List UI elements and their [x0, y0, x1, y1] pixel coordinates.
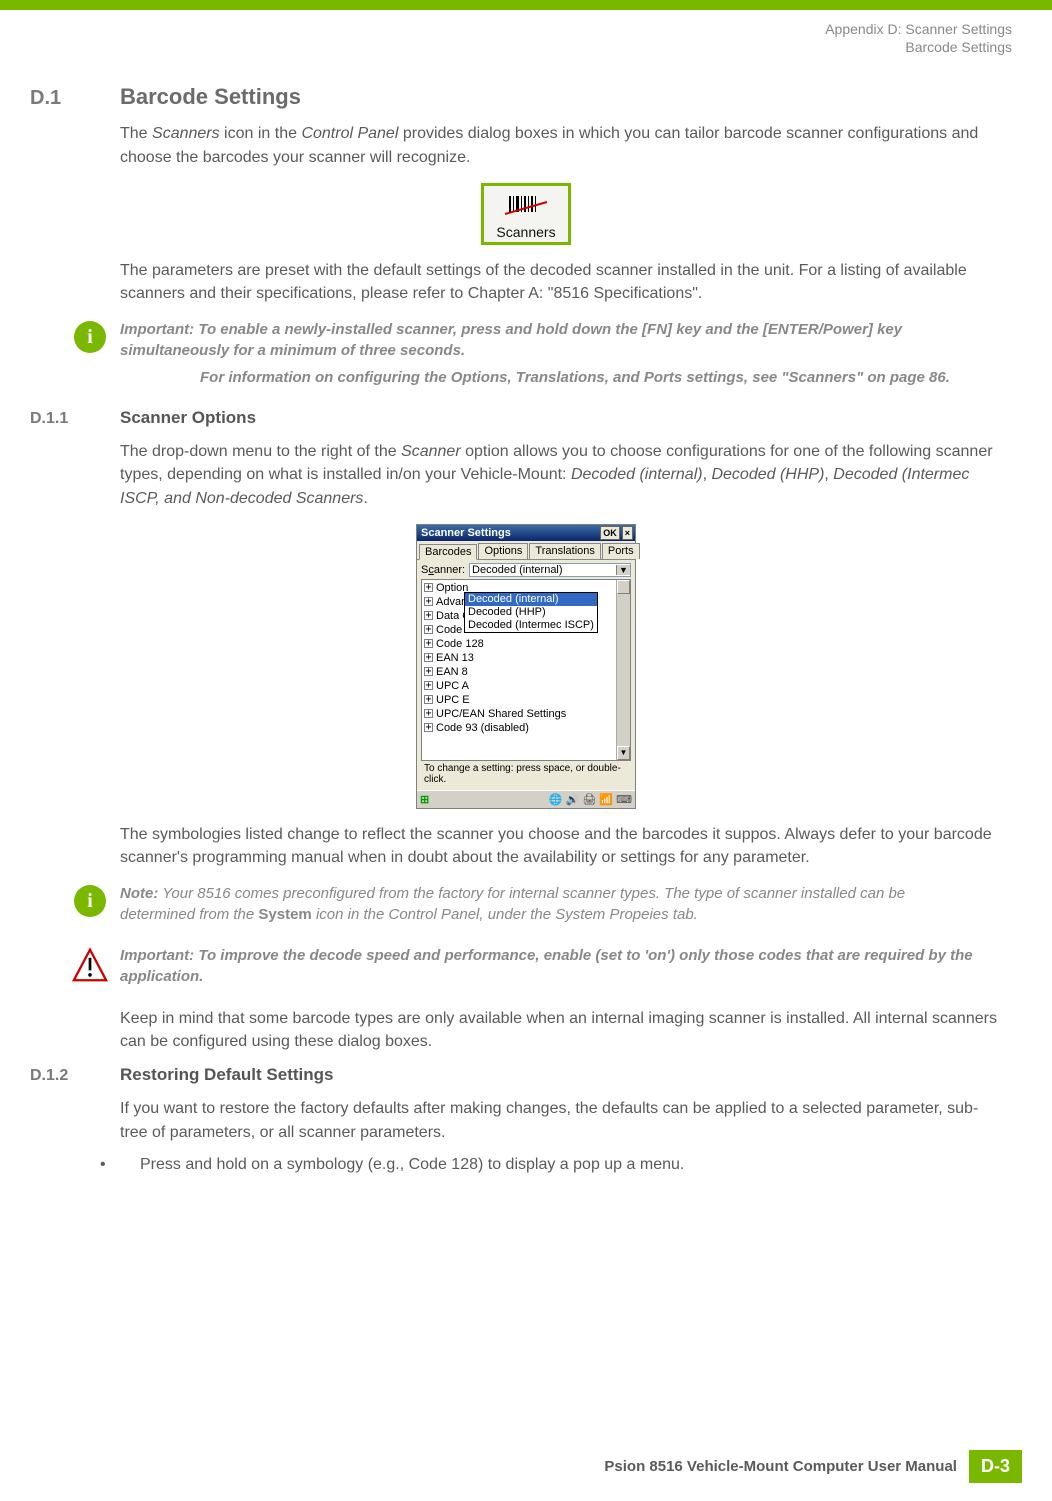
page-footer: Psion 8516 Vehicle-Mount Computer User M…: [604, 1450, 1022, 1483]
window-titlebar: Scanner Settings OK ×: [417, 525, 635, 541]
important1-text2: For information on configuring the Optio…: [200, 369, 950, 386]
note-callout: i Note: Your 8516 comes preconfigured fr…: [30, 883, 1022, 931]
scanner-settings-screenshot: Scanner Settings OK × Barcodes Options T…: [30, 524, 1022, 809]
tab-options[interactable]: Options: [478, 543, 528, 559]
settings-tree[interactable]: Decoded (internal) Decoded (HHP) Decoded…: [421, 579, 631, 761]
d1-para2: The parameters are preset with the defau…: [30, 259, 1022, 305]
section-d12-header: D.1.2 Restoring Default Settings: [30, 1065, 1022, 1085]
scanner-label: Scanner:: [421, 564, 465, 576]
scanners-icon-box: Scanners: [481, 183, 570, 245]
chevron-down-icon[interactable]: ▼: [616, 565, 630, 575]
scroll-down-button[interactable]: ▼: [617, 746, 630, 760]
tree-scrollbar[interactable]: ▼: [616, 580, 630, 760]
important-callout-1: i Important: To enable a newly-installed…: [30, 319, 1022, 394]
section-title: Restoring Default Settings: [120, 1065, 333, 1085]
tree-item[interactable]: +Code 93 (disabled): [424, 721, 628, 735]
tree-item[interactable]: +UPC E: [424, 693, 628, 707]
note-label: Note:: [120, 885, 158, 902]
section-title: Scanner Options: [120, 408, 256, 428]
scanner-settings-window: Scanner Settings OK × Barcodes Options T…: [416, 524, 636, 809]
tree-item[interactable]: +UPC/EAN Shared Settings: [424, 707, 628, 721]
breadcrumb-line1: Appendix D: Scanner Settings: [30, 20, 1012, 38]
tree-item[interactable]: +UPC A: [424, 679, 628, 693]
start-icon[interactable]: ⊞: [420, 793, 429, 806]
close-button[interactable]: ×: [622, 526, 633, 540]
tabs-row: Barcodes Options Translations Ports: [417, 541, 635, 560]
tree-item[interactable]: +EAN 8: [424, 665, 628, 679]
section-number: D.1: [30, 87, 120, 110]
scanners-icon-figure: Scanners: [30, 183, 1022, 245]
d12-para1: If you want to restore the factory defau…: [30, 1097, 1022, 1143]
dropdown-option[interactable]: Decoded (Intermec ISCP): [465, 619, 597, 632]
tray-icons: 🌐 🔊 🖨 📶 ⌨: [549, 793, 632, 806]
warning-icon: [60, 945, 120, 993]
ok-button[interactable]: OK: [600, 526, 620, 540]
info-icon: i: [60, 319, 120, 394]
dropdown-option[interactable]: Decoded (internal): [465, 593, 597, 606]
dropdown-option[interactable]: Decoded (HHP): [465, 606, 597, 619]
important2-text: To improve the decode speed and performa…: [120, 947, 973, 985]
taskbar: ⊞ 🌐 🔊 🖨 📶 ⌨: [417, 790, 635, 808]
breadcrumb: Appendix D: Scanner Settings Barcode Set…: [30, 10, 1022, 74]
breadcrumb-line2: Barcode Settings: [30, 38, 1012, 56]
important-callout-2: Important: To improve the decode speed a…: [30, 945, 1022, 993]
section-number: D.1.2: [30, 1067, 120, 1085]
d11-para3: Keep in mind that some barcode types are…: [30, 1007, 1022, 1053]
footer-page-number: D-3: [969, 1450, 1022, 1483]
tree-item[interactable]: +Code 128: [424, 637, 628, 651]
d11-para2: The symbologies listed change to reflect…: [30, 823, 1022, 869]
d1-para1: The Scanners icon in the Control Panel p…: [30, 122, 1022, 168]
hint-text: To change a setting: press space, or dou…: [421, 761, 631, 787]
tree-item[interactable]: +EAN 13: [424, 651, 628, 665]
tab-barcodes[interactable]: Barcodes: [419, 544, 477, 560]
section-d11-header: D.1.1 Scanner Options: [30, 408, 1022, 428]
scanner-dropdown-popup: Decoded (internal) Decoded (HHP) Decoded…: [464, 592, 598, 633]
footer-manual-title: Psion 8516 Vehicle-Mount Computer User M…: [604, 1458, 957, 1475]
section-title: Barcode Settings: [120, 84, 301, 110]
important-label: Important:: [120, 321, 194, 338]
scroll-up-button[interactable]: [617, 580, 630, 594]
info-icon: i: [60, 883, 120, 931]
tab-ports[interactable]: Ports: [602, 543, 640, 559]
section-number: D.1.1: [30, 410, 120, 428]
top-accent-bar: [0, 0, 1052, 10]
barcode-scanner-icon: [503, 192, 549, 222]
d11-para1: The drop-down menu to the right of the S…: [30, 440, 1022, 510]
scanners-icon-caption: Scanners: [496, 224, 555, 240]
window-title: Scanner Settings: [419, 527, 598, 539]
scanner-dropdown[interactable]: Decoded (internal) ▼: [469, 563, 631, 577]
important1-text1: To enable a newly-installed scanner, pre…: [120, 321, 902, 359]
important-label: Important:: [120, 947, 194, 964]
d12-bullet1: •Press and hold on a symbology (e.g., Co…: [30, 1156, 1022, 1174]
tab-translations[interactable]: Translations: [529, 543, 601, 559]
section-d1-header: D.1 Barcode Settings: [30, 84, 1022, 110]
